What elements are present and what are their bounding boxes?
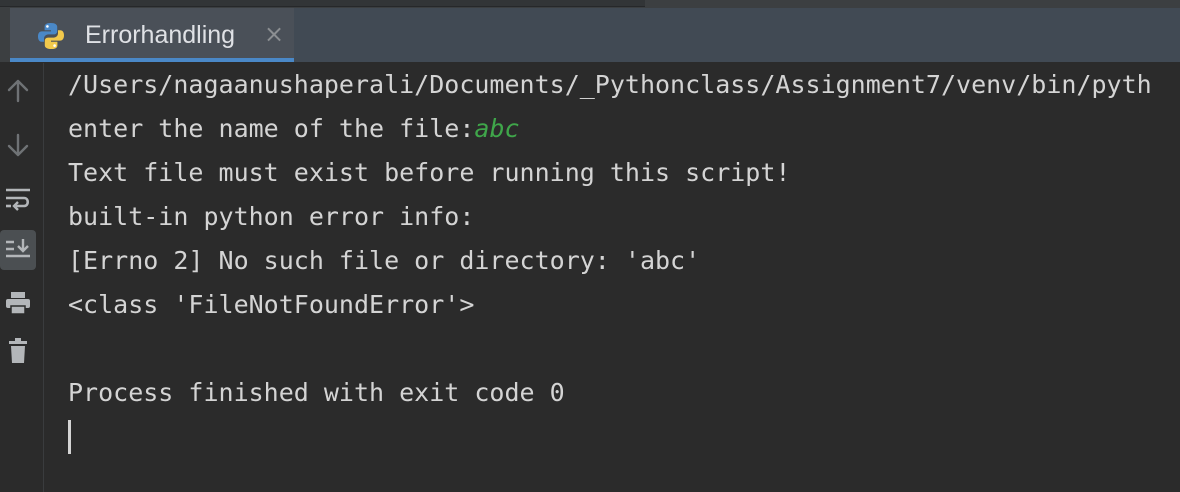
output-line: [Errno 2] No such file or directory: 'ab…: [68, 246, 701, 275]
output-line: Text file must exist before running this…: [68, 158, 791, 187]
python-icon: [36, 21, 66, 51]
tab-bar-filler: [294, 8, 1180, 62]
console-output[interactable]: /Users/nagaanushaperali/Documents/_Pytho…: [44, 63, 1180, 492]
run-window: Errorhandling × /Users/nagaanushaperali/…: [0, 0, 1180, 492]
soft-wrap-icon[interactable]: [0, 179, 36, 219]
run-tab-bar: Errorhandling ×: [0, 8, 1180, 63]
text-cursor: [68, 420, 71, 454]
output-line: built-in python error info:: [68, 202, 475, 231]
user-input-text: abc: [474, 114, 520, 143]
trash-icon[interactable]: [0, 331, 36, 371]
exit-message: Process finished with exit code 0: [68, 378, 565, 407]
print-icon[interactable]: [0, 283, 36, 323]
arrow-down-icon[interactable]: [0, 125, 36, 165]
output-line: <class 'FileNotFoundError'>: [68, 290, 475, 319]
scroll-to-end-icon[interactable]: [0, 230, 36, 270]
header-strip-segment: [0, 0, 645, 7]
tab-errorhandling[interactable]: Errorhandling ×: [10, 8, 294, 62]
input-prompt: enter the name of the file:: [68, 114, 475, 143]
input-prompt-line: enter the name of the file:abc: [68, 114, 520, 144]
toolwindow-header-strip: [0, 0, 1180, 8]
tab-title: Errorhandling: [85, 21, 236, 49]
close-icon[interactable]: ×: [263, 22, 285, 46]
command-line: /Users/nagaanushaperali/Documents/_Pytho…: [68, 70, 1152, 99]
arrow-up-icon[interactable]: [0, 71, 36, 111]
console-toolbar: [0, 63, 44, 492]
